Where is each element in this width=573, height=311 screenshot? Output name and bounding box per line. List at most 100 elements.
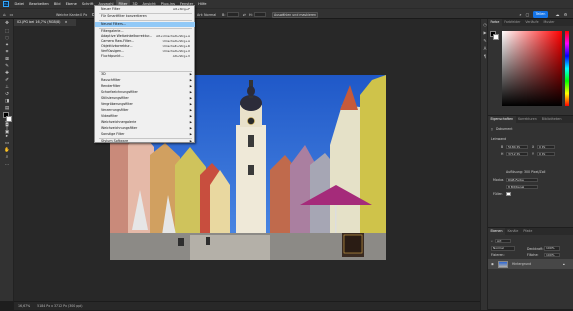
submenu-arrow-icon: ▶ (189, 120, 192, 124)
cloud-icon[interactable]: ☁ (555, 12, 560, 17)
brush-tool-icon[interactable]: ✐ (4, 78, 11, 84)
eraser-tool-icon[interactable]: ◨ (4, 99, 11, 105)
eye-icon[interactable]: ◉ (491, 262, 494, 266)
frame-tool-icon[interactable]: ⊠ (4, 57, 11, 63)
magic-wand-tool-icon[interactable]: ✦ (4, 43, 11, 49)
color-picker-field[interactable] (502, 31, 562, 106)
healing-brush-tool-icon[interactable]: ✚ (4, 71, 11, 77)
tab-farbe[interactable]: Farbe (488, 19, 502, 26)
close-tab-icon[interactable]: × (65, 20, 68, 24)
style-label: Art: (197, 12, 204, 17)
document-tab-title: 02.JPG bei 16,7% (RGB/8) (17, 20, 61, 24)
menu-item-pixelate[interactable]: Vergröberungsfilter ▶ (95, 102, 195, 107)
menu-item-video[interactable]: Videofilter ▶ (95, 114, 195, 119)
workspace-icon[interactable]: ▢ (525, 12, 530, 17)
menu-hilfe[interactable]: Hilfe (196, 0, 209, 8)
menu-item-sharpen[interactable]: Scharfzeichnungsfilter ▶ (95, 90, 195, 95)
canvas-section-label: Leinwand (491, 137, 507, 141)
history-panel-icon[interactable]: ◷ (483, 22, 488, 27)
mode-label: Modus (493, 178, 504, 182)
submenu-arrow-icon: ▶ (189, 132, 192, 136)
menu-item-blur[interactable]: Weichzeichnungsfilter ▶ (95, 126, 195, 131)
eyedropper-tool-icon[interactable]: ✎ (4, 64, 11, 70)
share-button[interactable]: Teilen (533, 11, 548, 18)
paragraph-panel-icon[interactable]: ¶ (483, 54, 488, 59)
marquee-tool-icon[interactable]: ⬚ (4, 29, 11, 35)
menu-item-other[interactable]: Sonstige Filter ▶ (95, 132, 195, 137)
tab-verlaeufe[interactable]: Verläufe (523, 19, 541, 26)
menu-item-noise[interactable]: Rauschfilter ▶ (95, 78, 195, 83)
tab-kanaele[interactable]: Kanäle (505, 228, 521, 235)
layers-panel: Ebenen Kanäle Pfade ⌕ Art Normal Deckkra… (488, 228, 573, 310)
menu-bearbeiten[interactable]: Bearbeiten (27, 0, 52, 8)
tab-muster[interactable]: Muster (541, 19, 557, 26)
home-icon[interactable]: ⌂ (2, 12, 7, 17)
menu-item-blur-gallery[interactable]: Weichzeichnergalerie ▶ (95, 120, 195, 125)
blend-mode-select[interactable]: Normal (491, 246, 515, 251)
menu-item-vanishing-point[interactable]: Fluchtpunkt... Alt+Strg+V (95, 54, 195, 59)
menu-ebene[interactable]: Ebene (63, 0, 79, 8)
hue-slider[interactable] (565, 31, 569, 106)
tab-ebenen[interactable]: Ebenen (488, 228, 505, 235)
filter-dropdown-menu: Neuer Filter Alt+Strg+F Für Smartfilter k… (94, 5, 195, 143)
search-icon[interactable]: ⌕ (518, 12, 523, 17)
opacity-field[interactable]: 100% (544, 246, 560, 251)
rectangle-tool-icon[interactable]: ▭ (4, 141, 11, 147)
document-tab[interactable]: 02.JPG bei 16,7% (RGB/8) × (14, 19, 76, 26)
canvas-width-field[interactable]: 5184 Px (506, 144, 528, 149)
tab-eigenschaften[interactable]: Eigenschaften (488, 116, 516, 123)
crop-tool-icon[interactable]: ⌗ (4, 50, 11, 56)
character-panel-icon[interactable]: A (483, 46, 488, 51)
screen-mode-icon[interactable]: ▣ (4, 130, 11, 136)
menu-item-stylize[interactable]: Stilisierungsfilter ▶ (95, 96, 195, 101)
mode-select[interactable]: RGB-Farbe (506, 177, 538, 182)
canvas-x-field[interactable]: 0 Px (537, 144, 555, 149)
menu-item-convert-smart-filter[interactable]: Für Smartfilter konvertieren (95, 14, 195, 19)
menu-item-new-filter[interactable]: Neuer Filter Alt+Strg+F (95, 7, 195, 12)
actions-panel-icon[interactable]: ▶ (483, 30, 488, 35)
swap-icon[interactable]: ⇄ (243, 13, 246, 17)
select-and-mask-button[interactable]: Auswählen und maskieren ... (272, 11, 318, 22)
brush-settings-icon[interactable]: ✎ (483, 38, 488, 43)
submenu-arrow-icon: ▶ (189, 138, 192, 143)
bit-depth-select[interactable]: 8 Bit/Kanal (506, 184, 538, 189)
canvas-height-field[interactable]: 3712 Px (506, 151, 528, 156)
zoom-level[interactable]: 16,67% (18, 304, 30, 308)
tab-pfade[interactable]: Pfade (521, 228, 535, 235)
canvas-y-field[interactable]: 0 Px (537, 151, 555, 156)
menu-item-stylum-software[interactable]: Stylum Software ▶ (95, 139, 195, 144)
zoom-tool-icon[interactable]: ⌕ (4, 155, 11, 161)
gear-icon[interactable]: ⚙ (563, 12, 568, 17)
photoshop-logo: Ps (3, 1, 9, 7)
menu-item-distort[interactable]: Verzerrungsfilter ▶ (95, 108, 195, 113)
width-field[interactable] (227, 12, 239, 17)
menu-item-render[interactable]: Renderfilter ▶ (95, 84, 195, 89)
tab-farbfelder[interactable]: Farbfelder (502, 19, 523, 26)
menu-item-3d[interactable]: 3D ▶ (95, 72, 195, 77)
style-select[interactable]: Normal (204, 13, 216, 17)
fill-field[interactable]: 100% (544, 252, 560, 257)
layer-row[interactable]: ◉ Hintergrund 🔒︎ (488, 259, 573, 269)
layer-kind-filter[interactable]: Art (495, 238, 511, 243)
more-tools-icon[interactable]: … (4, 162, 11, 168)
height-field[interactable] (254, 12, 266, 17)
tab-korrekturen[interactable]: Korrekturen (516, 116, 540, 123)
width-label: B: (222, 12, 226, 17)
background-color-swatch[interactable] (493, 34, 499, 40)
menu-item-neural-filters[interactable]: Neural Filters... (95, 21, 195, 27)
submenu-arrow-icon: ▶ (189, 114, 192, 118)
clone-stamp-tool-icon[interactable]: ⊥ (4, 85, 11, 91)
soft-edge-value[interactable]: 0 Px (80, 13, 87, 17)
quick-mask-icon[interactable]: ◘ (4, 123, 11, 129)
document-info[interactable]: 5184 Px x 3712 Px (300 ppi) (37, 304, 82, 308)
menu-datei[interactable]: Datei (12, 0, 27, 8)
lasso-tool-icon[interactable]: ◌ (4, 36, 11, 42)
marquee-tool-icon[interactable]: ▭ (9, 12, 14, 17)
menu-bild[interactable]: Bild (51, 0, 63, 8)
move-tool-icon[interactable]: ✥ (4, 21, 11, 27)
tab-bibliotheken[interactable]: Bibliotheken (539, 116, 564, 123)
history-brush-tool-icon[interactable]: ↺ (4, 92, 11, 98)
fill-color-swatch[interactable] (506, 192, 511, 196)
hand-tool-icon[interactable]: ✋ (4, 148, 11, 154)
background-color-swatch[interactable] (6, 116, 12, 122)
